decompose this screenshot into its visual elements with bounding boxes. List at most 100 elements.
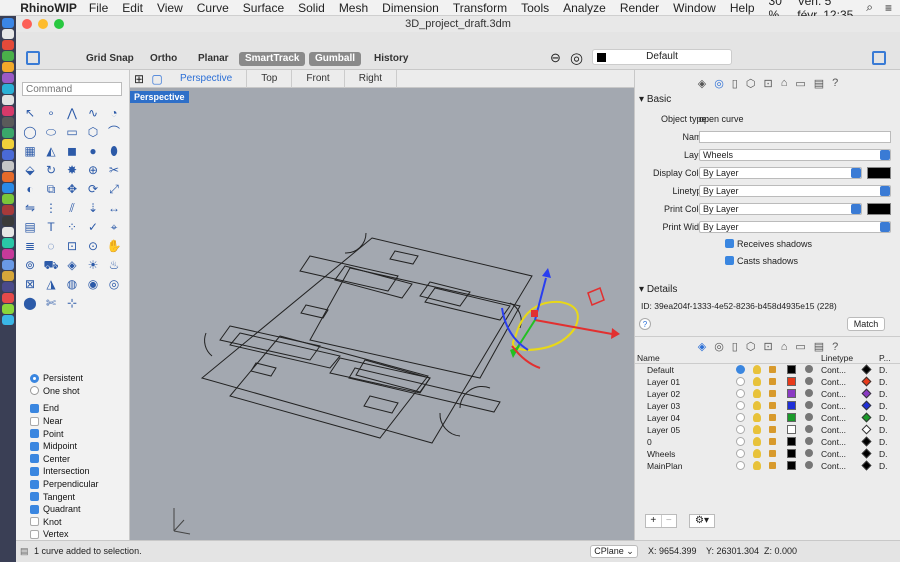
current-layer-radio[interactable] — [736, 365, 745, 374]
model-drawing[interactable] — [130, 88, 634, 540]
menu-surface[interactable]: Surface — [243, 1, 284, 15]
checkbox-icon[interactable] — [30, 429, 39, 439]
point-tool-icon[interactable]: ∘ — [42, 104, 60, 122]
nodes-tool-icon[interactable]: ⊹ — [63, 294, 81, 312]
layer-print-width[interactable]: D. — [879, 460, 888, 472]
help-icon[interactable]: ? — [832, 77, 838, 89]
layer-color-swatch[interactable] — [787, 413, 796, 422]
checkbox-icon[interactable] — [30, 529, 39, 539]
lock-icon[interactable] — [769, 414, 776, 421]
visibility-bulb-icon[interactable] — [753, 437, 761, 446]
column-header-linetype[interactable]: Linetype — [821, 352, 853, 364]
menu-list-icon[interactable]: ≡ — [885, 1, 892, 15]
rotate-tool-icon[interactable]: ⟳ — [84, 180, 102, 198]
layer-color-swatch[interactable] — [787, 401, 796, 410]
gumball-x-arrow[interactable] — [611, 328, 620, 339]
osnap-option[interactable]: End — [30, 402, 126, 415]
check-tool-icon[interactable]: ✓ — [84, 218, 102, 236]
print-width-select[interactable]: By Layer — [699, 221, 891, 233]
surface-tool-icon[interactable]: ▦ — [21, 142, 39, 160]
box-tool-icon[interactable]: ◼ — [63, 142, 81, 160]
four-viewports-icon[interactable]: ⊞ — [130, 72, 148, 86]
help-icon[interactable]: ? — [832, 341, 838, 353]
dock-app-icon[interactable] — [2, 183, 14, 193]
bulb-tool-icon[interactable]: ♨ — [105, 256, 123, 274]
planar-toggle[interactable]: Planar — [192, 52, 235, 66]
visibility-bulb-icon[interactable] — [753, 401, 761, 410]
dock-app-icon[interactable] — [2, 128, 14, 138]
checkbox-icon[interactable] — [30, 492, 39, 502]
layer-linetype[interactable]: Cont... — [821, 460, 846, 472]
casts-shadows-row[interactable]: Casts shadows — [635, 254, 900, 268]
name-field[interactable] — [699, 131, 891, 143]
linetype-select[interactable]: By Layer — [699, 185, 891, 197]
layer-color-swatch[interactable] — [787, 437, 796, 446]
layers-icon[interactable]: ◈ — [698, 77, 706, 90]
print-color-swatch[interactable] — [861, 412, 872, 423]
checkbox-icon[interactable] — [725, 256, 734, 265]
menu-tools[interactable]: Tools — [521, 1, 549, 15]
menu-view[interactable]: View — [157, 1, 183, 15]
visibility-bulb-icon[interactable] — [753, 461, 761, 470]
current-layer-radio[interactable] — [736, 425, 745, 434]
cylinder-tool-icon[interactable]: ⬮ — [105, 142, 123, 160]
osnap-option[interactable]: Point — [30, 427, 126, 440]
print-color-swatch[interactable] — [867, 203, 891, 215]
mirror-tool-icon[interactable]: ⇋ — [21, 199, 39, 217]
perspective-viewport[interactable]: Perspective — [130, 88, 634, 540]
material-icon[interactable] — [805, 377, 813, 385]
checkbox-icon[interactable] — [30, 504, 39, 514]
dock-app-icon[interactable] — [2, 84, 14, 94]
current-layer-radio[interactable] — [736, 449, 745, 458]
light-tool-icon[interactable]: ☀ — [84, 256, 102, 274]
trim-tool-icon[interactable]: ✂ — [105, 161, 123, 179]
layer-print-width[interactable]: D. — [879, 388, 888, 400]
checkbox-icon[interactable] — [30, 454, 39, 464]
layer-print-width[interactable]: D. — [879, 376, 888, 388]
properties-icon[interactable]: ◎ — [714, 77, 724, 90]
current-layer-selector[interactable]: Default — [592, 49, 732, 65]
details-section[interactable]: ▾ Details — [639, 284, 677, 295]
layer-row[interactable]: Wheels Cont... D. — [635, 448, 900, 460]
planet-tool-icon[interactable]: ⬤ — [21, 294, 39, 312]
dock-app-icon[interactable] — [2, 293, 14, 303]
dock-app-icon[interactable] — [2, 238, 14, 248]
smarttrack-toggle[interactable]: SmartTrack — [239, 52, 306, 66]
lock-icon[interactable] — [769, 402, 776, 409]
lock-icon[interactable] — [769, 450, 776, 457]
offset-tool-icon[interactable]: ⫽ — [63, 199, 81, 217]
sphere-render-tool-icon[interactable]: ◉ — [84, 275, 102, 293]
menu-render[interactable]: Render — [620, 1, 659, 15]
menu-mesh[interactable]: Mesh — [339, 1, 368, 15]
layer-print-width[interactable]: D. — [879, 364, 888, 376]
lock-icon[interactable] — [769, 426, 776, 433]
cplane-selector[interactable]: CPlane ⌄ — [590, 545, 638, 558]
osnap-option[interactable]: Intersection — [30, 465, 126, 478]
dock-app-icon[interactable] — [2, 150, 14, 160]
dock-app-icon[interactable] — [2, 271, 14, 281]
analyze-tool-icon[interactable]: ⌖ — [105, 218, 123, 236]
display-color-select[interactable]: By Layer — [699, 167, 862, 179]
print-color-swatch[interactable] — [861, 424, 872, 435]
print-color-swatch[interactable] — [861, 388, 872, 399]
dock-app-icon[interactable] — [2, 95, 14, 105]
checkbox-icon[interactable] — [30, 416, 39, 426]
material-icon[interactable] — [805, 425, 813, 433]
revolve-tool-icon[interactable]: ↻ — [42, 161, 60, 179]
document-icon[interactable]: ▯ — [732, 77, 738, 90]
add-layer-button[interactable]: + — [646, 515, 661, 527]
minimize-window-button[interactable] — [38, 19, 48, 29]
dock-app-icon[interactable] — [2, 227, 14, 237]
osnap-option[interactable]: Near — [30, 415, 126, 428]
layer-color-swatch[interactable] — [787, 377, 796, 386]
ellipse-tool-icon[interactable]: ⬭ — [42, 123, 60, 141]
layer-row[interactable]: Layer 02 Cont... D. — [635, 388, 900, 400]
basic-section[interactable]: ▾ Basic — [639, 94, 671, 105]
lock2-tool-icon[interactable]: ⊠ — [21, 275, 39, 293]
layer-linetype[interactable]: Cont... — [821, 424, 846, 436]
layer-row[interactable]: Default Cont... D. — [635, 364, 900, 376]
color-wheel-tool-icon[interactable]: ◍ — [63, 275, 81, 293]
material-icon[interactable] — [805, 437, 813, 445]
group-tool-icon[interactable]: ⧉ — [42, 180, 60, 198]
lock-icon[interactable] — [769, 378, 776, 385]
